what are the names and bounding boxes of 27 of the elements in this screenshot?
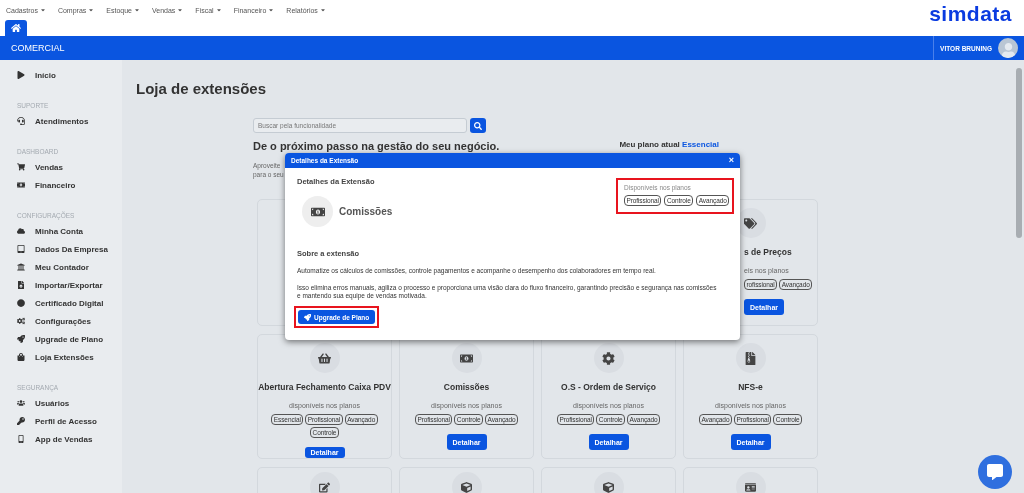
close-button[interactable]: ×: [728, 156, 734, 165]
extension-title: NFS-e: [738, 382, 763, 392]
sidebar-item[interactable]: Meu Contador: [0, 258, 122, 276]
extension-title: Comissões: [443, 382, 490, 392]
section-title: COMERCIAL: [10, 43, 66, 53]
sidebar-item[interactable]: Importar/Exportar: [0, 276, 122, 294]
sidebar-item[interactable]: Vendas: [0, 158, 122, 176]
sidebar-item[interactable]: Upgrade de Plano: [0, 330, 122, 348]
sidebar-item[interactable]: Dados Da Empresa: [0, 240, 122, 258]
logo: simdata: [929, 2, 1012, 26]
extension-title: s de Preços: [744, 247, 792, 257]
sidebar-item[interactable]: Usuários: [0, 394, 122, 412]
extension-name: Comissões: [339, 206, 393, 217]
current-plan: Meu plano atual Essencial: [619, 140, 719, 151]
section-heading: De o próximo passo na gestão do seu negócio.: [253, 140, 500, 152]
sidebar-item[interactable]: Configurações: [0, 312, 122, 330]
sidebar-item[interactable]: Loja Extensões: [0, 348, 122, 366]
sidebar-item[interactable]: Certificado Digital: [0, 294, 122, 312]
sidebar-item[interactable]: Minha Conta: [0, 222, 122, 240]
sidebar-item[interactable]: Início: [0, 66, 122, 84]
sidebar-item[interactable]: App de Vendas: [0, 430, 122, 448]
sidebar-item[interactable]: Atendimentos: [0, 112, 122, 130]
extension-title: O.S - Ordem de Serviço: [561, 382, 656, 392]
extension-title: Abertura Fechamento Caixa PDV: [258, 382, 391, 392]
sidebar-item[interactable]: Financeiro: [0, 176, 122, 194]
page-title: Loja de extensões: [136, 80, 268, 97]
sidebar-item[interactable]: Perfil de Acesso: [0, 412, 122, 430]
